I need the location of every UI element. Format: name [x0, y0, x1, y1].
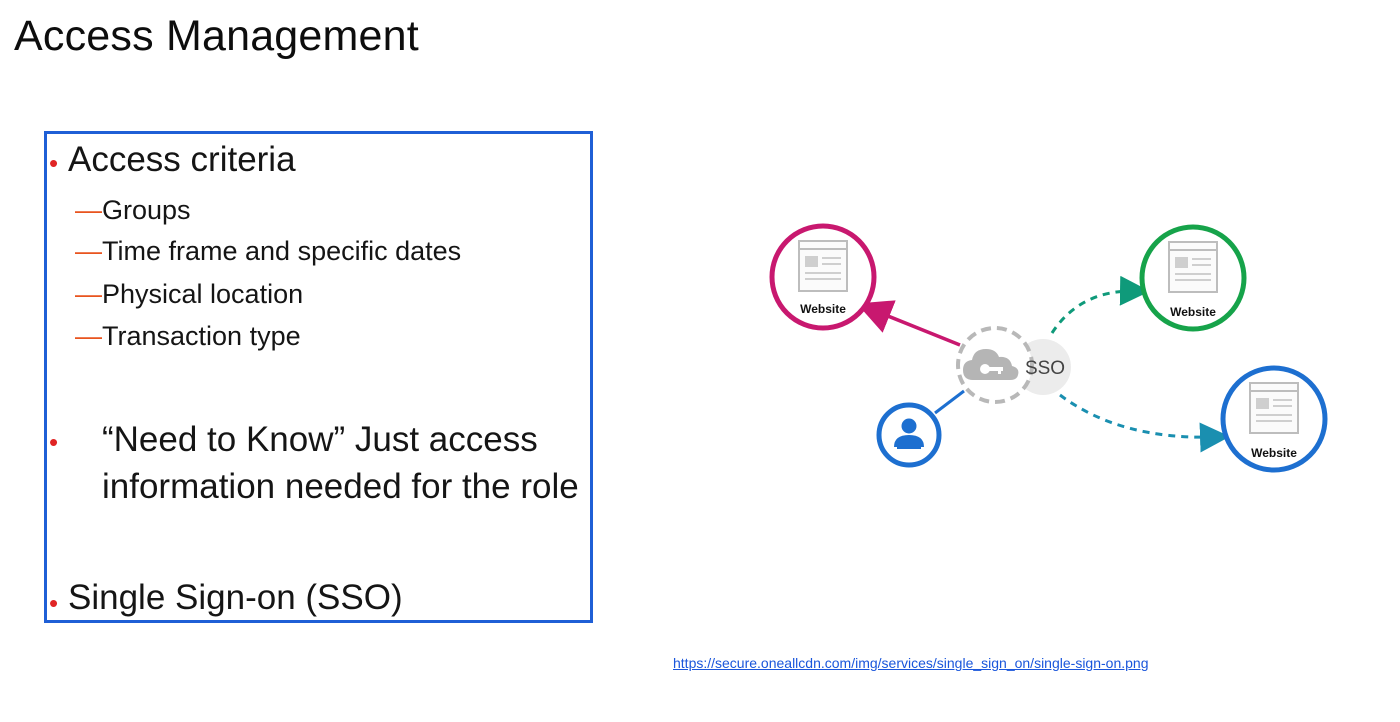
- dash-marker: —: [75, 279, 102, 309]
- website-node-top-right: Website: [1139, 224, 1247, 332]
- sso-hub: SSO: [956, 326, 1071, 404]
- dash-marker: —: [75, 236, 102, 266]
- arrow-to-website-right: [1059, 393, 1230, 453]
- slide-title: Access Management: [14, 12, 419, 60]
- bullet-dot: •: [49, 148, 59, 178]
- bullet-single-sign-on: Single Sign-on (SSO): [68, 578, 403, 617]
- website-label: Website: [1170, 305, 1216, 319]
- bullet-need-to-know: “Need to Know” Just access information n…: [102, 420, 579, 506]
- website-label: Website: [1251, 446, 1297, 460]
- source-image-link[interactable]: https://secure.oneallcdn.com/img/service…: [673, 655, 1148, 671]
- website-node-left: Website: [769, 223, 877, 331]
- content-box: • Access criteria —Groups —Time frame an…: [44, 131, 593, 623]
- sub-item-physical-location: —Physical location: [75, 279, 304, 309]
- bullet-access-criteria: Access criteria: [68, 140, 296, 179]
- sub-item-time-frame: —Time frame and specific dates: [75, 236, 462, 266]
- user-node: [876, 402, 942, 468]
- dash-marker: —: [75, 321, 102, 351]
- sub-item-transaction-type: —Transaction type: [75, 321, 301, 351]
- arrow-to-website-top-right: [1050, 275, 1150, 334]
- sub-item-groups: —Groups: [75, 195, 191, 225]
- browser-window-icon: [1249, 382, 1299, 434]
- bullet-dot: •: [49, 427, 59, 457]
- user-connector-line: [934, 389, 965, 415]
- browser-window-icon: [1168, 241, 1218, 293]
- sso-diagram: Website Website Website SSO: [769, 223, 1328, 473]
- sso-label: SSO: [1025, 358, 1065, 379]
- dash-marker: —: [75, 195, 102, 225]
- website-label: Website: [800, 302, 846, 316]
- bullet-dot: •: [49, 588, 59, 618]
- arrow-to-website-left: [856, 300, 961, 347]
- slide: Access Management • Access criteria —Gro…: [0, 0, 1400, 722]
- browser-window-icon: [798, 240, 848, 292]
- website-node-right: Website: [1220, 365, 1328, 473]
